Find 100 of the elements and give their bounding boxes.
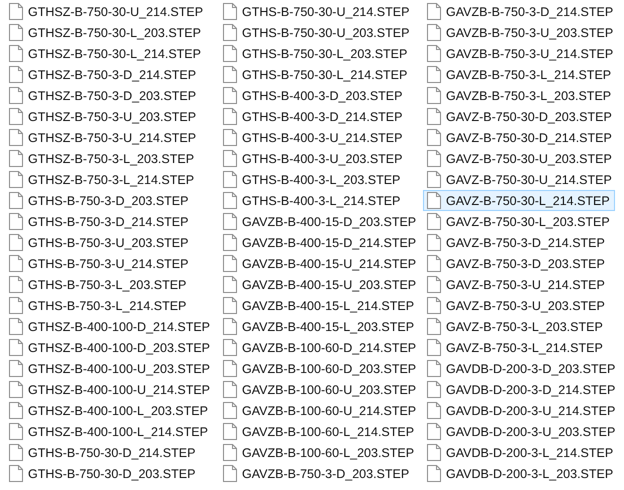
file-item[interactable]: GTHSZ-B-750-30-L_203.STEP [5,22,206,43]
file-item[interactable]: GAVZB-B-750-3-D_214.STEP [423,1,618,22]
file-icon [223,66,237,83]
file-item[interactable]: GTHS-B-750-30-D_203.STEP [5,463,200,484]
file-icon [427,360,441,377]
file-item[interactable]: GAVZ-B-750-30-D_214.STEP [423,127,617,148]
file-icon [427,444,441,461]
file-item[interactable]: GAVZB-B-400-15-D_214.STEP [219,232,422,253]
file-icon [427,402,441,419]
file-item[interactable]: GTHSZ-B-400-100-L_214.STEP [5,421,213,442]
file-icon [9,3,23,20]
file-icon [9,45,23,62]
file-icon [223,276,237,293]
file-item[interactable]: GTHS-B-400-3-L_203.STEP [219,169,406,190]
file-item[interactable]: GTHSZ-B-400-100-D_203.STEP [5,337,216,358]
file-item[interactable]: GTHS-B-400-3-L_214.STEP [219,190,406,211]
file-item[interactable]: GAVZB-B-750-3-L_214.STEP [423,64,616,85]
file-item[interactable]: GTHS-B-750-30-D_214.STEP [5,442,200,463]
file-item[interactable]: GTHS-B-750-30-U_214.STEP [219,1,414,22]
file-icon [427,318,441,335]
file-item[interactable]: GTHS-B-750-3-D_203.STEP [5,190,194,211]
file-item[interactable]: GAVZ-B-750-3-L_214.STEP [423,337,608,358]
file-item[interactable]: GAVZB-B-750-3-U_203.STEP [423,22,618,43]
file-item[interactable]: GAVZB-B-400-15-L_203.STEP [219,316,420,337]
file-icon [427,3,441,20]
file-item[interactable]: GTHS-B-400-3-U_203.STEP [219,148,408,169]
file-item[interactable]: GAVZ-B-750-30-L_203.STEP [423,211,615,232]
file-icon [223,3,237,20]
file-icon [9,423,23,440]
file-item[interactable]: GAVZB-B-100-60-U_214.STEP [219,400,422,421]
file-item[interactable]: GAVZB-B-100-60-L_214.STEP [219,421,420,442]
file-icon [9,402,23,419]
file-icon [427,381,441,398]
file-icon [9,360,23,377]
file-item[interactable]: GAVZB-B-100-60-L_203.STEP [219,442,420,463]
file-item[interactable]: GTHS-B-750-30-L_203.STEP [219,43,412,64]
file-item[interactable]: GAVZB-B-400-15-L_214.STEP [219,295,420,316]
file-icon [9,87,23,104]
file-item[interactable]: GTHS-B-400-3-D_203.STEP [219,85,408,106]
file-item[interactable]: GTHSZ-B-750-30-L_214.STEP [5,43,206,64]
file-item[interactable]: GAVZ-B-750-30-U_214.STEP [423,169,617,190]
file-item[interactable]: GAVDB-D-200-3-U_214.STEP [423,400,620,421]
file-icon [427,24,441,41]
file-item[interactable]: GAVZB-B-400-15-U_214.STEP [219,253,422,274]
file-item[interactable]: GAVZ-B-750-3-D_203.STEP [423,253,610,274]
file-item[interactable]: GTHSZ-B-750-3-D_203.STEP [5,85,202,106]
file-item[interactable]: GAVDB-D-200-3-D_214.STEP [423,379,620,400]
file-item[interactable]: GAVZB-B-400-15-U_203.STEP [219,274,422,295]
file-item[interactable]: GAVZB-B-750-3-U_214.STEP [423,43,618,64]
file-item[interactable]: GTHSZ-B-400-100-U_214.STEP [5,379,216,400]
file-item[interactable]: GTHSZ-B-750-3-L_203.STEP [5,148,200,169]
file-icon [427,255,441,272]
file-icon [427,297,441,314]
file-item[interactable]: GAVZ-B-750-30-D_203.STEP [423,106,617,127]
file-item[interactable]: GTHS-B-400-3-D_214.STEP [219,106,408,127]
file-item[interactable]: GTHS-B-750-3-U_203.STEP [5,232,194,253]
file-item[interactable]: GTHSZ-B-750-3-D_214.STEP [5,64,202,85]
file-item[interactable]: GAVZ-B-750-3-L_203.STEP [423,316,608,337]
file-item[interactable]: GAVZ-B-750-3-D_214.STEP [423,232,610,253]
file-icon [427,423,441,440]
file-item[interactable]: GAVZB-B-750-3-L_203.STEP [423,85,616,106]
file-icon [9,129,23,146]
file-item[interactable]: GAVZB-B-100-60-D_203.STEP [219,358,422,379]
file-item[interactable]: GAVZ-B-750-30-L_214.STEP [423,190,615,211]
file-item[interactable]: GAVZB-B-750-3-D_203.STEP [219,463,414,484]
file-item[interactable]: GTHSZ-B-400-100-D_214.STEP [5,316,216,337]
file-item[interactable]: GAVDB-D-200-3-D_203.STEP [423,358,620,379]
file-item[interactable]: GAVZ-B-750-3-U_203.STEP [423,295,610,316]
file-item[interactable]: GTHS-B-750-3-U_214.STEP [5,253,194,274]
file-item[interactable]: GAVZB-B-100-60-U_203.STEP [219,379,422,400]
file-item[interactable]: GTHSZ-B-400-100-L_203.STEP [5,400,213,421]
file-icon [427,192,441,209]
file-icon [9,297,23,314]
file-item[interactable]: GTHS-B-400-3-U_214.STEP [219,127,408,148]
file-item[interactable]: GAVDB-D-200-3-L_203.STEP [423,463,618,484]
file-item[interactable]: GAVDB-D-200-3-L_214.STEP [423,442,618,463]
file-icon [223,24,237,41]
file-icon [223,192,237,209]
file-item[interactable]: GAVZ-B-750-30-U_203.STEP [423,148,617,169]
file-item[interactable]: GTHSZ-B-750-30-U_214.STEP [5,1,208,22]
file-icon [223,297,237,314]
file-item[interactable]: GTHS-B-750-3-L_203.STEP [5,274,192,295]
file-item[interactable]: GAVZB-B-400-15-D_203.STEP [219,211,422,232]
file-item[interactable]: GTHS-B-750-30-U_203.STEP [219,22,414,43]
file-item[interactable]: GAVZ-B-750-3-U_214.STEP [423,274,610,295]
file-icon [9,150,23,167]
file-item[interactable]: GTHS-B-750-30-L_214.STEP [219,64,412,85]
file-item[interactable]: GAVZB-B-100-60-D_214.STEP [219,337,422,358]
file-icon [223,444,237,461]
file-icon [9,318,23,335]
file-item[interactable]: GTHS-B-750-3-L_214.STEP [5,295,192,316]
file-item[interactable]: GTHSZ-B-750-3-U_214.STEP [5,127,202,148]
file-item[interactable]: GTHSZ-B-750-3-U_203.STEP [5,106,202,127]
file-icon [223,381,237,398]
file-item[interactable]: GTHSZ-B-750-3-L_214.STEP [5,169,200,190]
file-item[interactable]: GAVDB-D-200-3-U_203.STEP [423,421,620,442]
file-item[interactable]: GTHS-B-750-3-D_214.STEP [5,211,194,232]
file-icon [9,444,23,461]
file-icon [223,318,237,335]
file-item[interactable]: GTHSZ-B-400-100-U_203.STEP [5,358,216,379]
